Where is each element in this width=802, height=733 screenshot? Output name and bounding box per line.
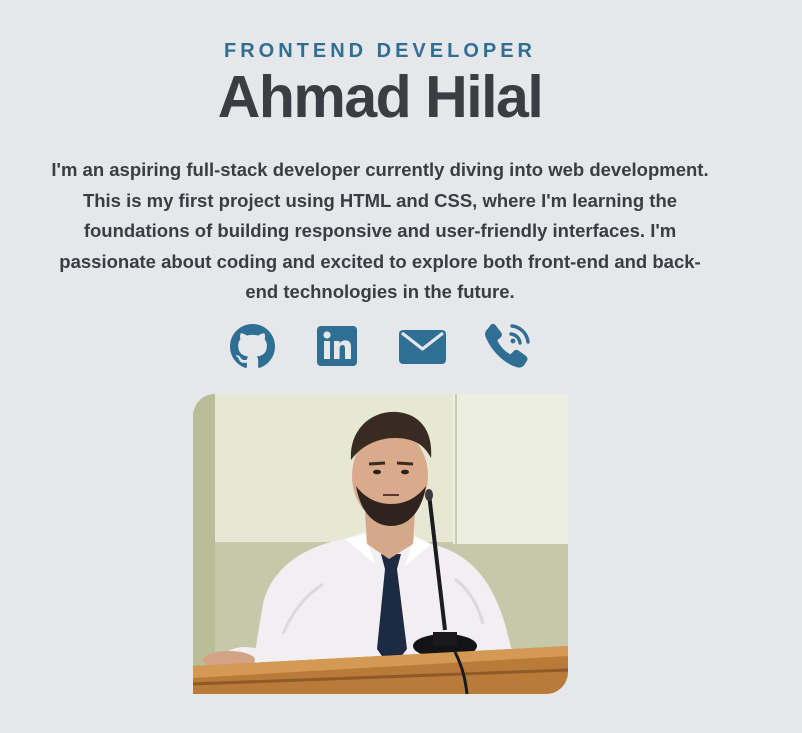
- linkedin-icon: [317, 326, 357, 366]
- mail-icon: [399, 330, 446, 364]
- github-icon: [230, 324, 275, 369]
- github-link[interactable]: [230, 324, 275, 369]
- mail-link[interactable]: [399, 330, 446, 364]
- hero-section: FRONTEND DEVELOPER Ahmad Hilal I'm an as…: [0, 0, 760, 733]
- social-links: [230, 322, 540, 372]
- linkedin-link[interactable]: [317, 326, 357, 366]
- role-title: FRONTEND DEVELOPER: [223, 40, 537, 62]
- phone-icon: [484, 322, 532, 370]
- bio-text: I'm an aspiring full-stack developer cur…: [51, 159, 709, 302]
- name-heading: Ahmad Hilal: [217, 64, 544, 130]
- phone-link[interactable]: [484, 322, 532, 370]
- profile-photo: [193, 394, 568, 694]
